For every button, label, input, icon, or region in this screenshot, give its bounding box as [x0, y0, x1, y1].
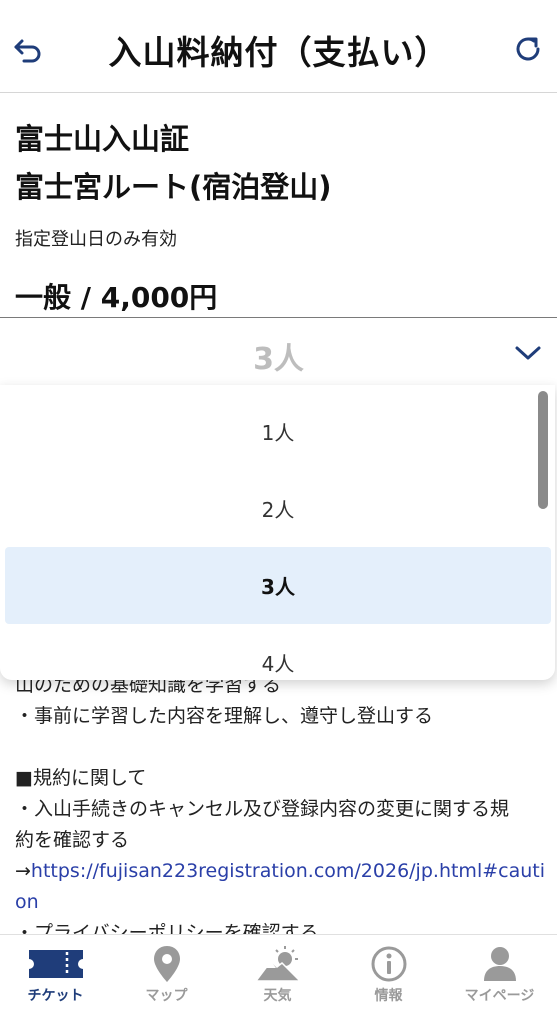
info-icon — [371, 946, 406, 982]
quantity-dropdown[interactable]: 1人 2人 3人 4人 — [0, 385, 555, 680]
quantity-option-2[interactable]: 2人 — [5, 470, 551, 547]
ticket-name-line2: 富士宮ルート(宿泊登山) — [15, 170, 332, 204]
quantity-option-1[interactable]: 1人 — [5, 393, 551, 470]
map-pin-icon — [153, 946, 180, 982]
terms-heading: ■規約に関して — [15, 767, 147, 789]
app-header: 入山料納付（支払い） — [0, 0, 557, 93]
validity-note: 指定登山日のみ有効 — [15, 229, 177, 250]
quantity-option-3[interactable]: 3人 — [5, 547, 551, 624]
tab-label: 情報 — [374, 988, 403, 1004]
ticket-name: 富士山入山証 富士宮ルート(宿泊登山) — [15, 115, 332, 211]
ticket-icon — [28, 950, 83, 978]
tab-info[interactable]: 情報 — [333, 935, 444, 1024]
back-button[interactable] — [10, 32, 46, 68]
terms-link-line-2: on — [15, 887, 545, 918]
quantity-option-4[interactable]: 4人 — [5, 624, 551, 680]
back-arrow-icon — [14, 39, 41, 63]
bottom-tab-bar: チケット マップ 天気 情報 マイページ — [0, 934, 557, 1024]
quantity-select-value: 3人 — [253, 342, 304, 377]
weather-mountain-icon — [254, 946, 301, 982]
page-title: 入山料納付（支払い） — [108, 33, 449, 72]
chevron-down-icon — [515, 346, 541, 360]
dropdown-scrollbar[interactable] — [538, 391, 548, 509]
tab-label: マップ — [145, 988, 188, 1004]
tab-label: 天気 — [263, 988, 292, 1004]
tab-map[interactable]: マップ — [111, 935, 222, 1024]
refresh-icon — [516, 37, 540, 61]
refresh-button[interactable] — [511, 32, 547, 68]
notice-text: 山のための基礎知識を学習する ・事前に学習した内容を理解し、遵守し登山する ■規… — [15, 670, 545, 949]
link-arrow: → — [15, 860, 31, 882]
terms-link[interactable]: https://fujisan223registration.com/2026/… — [31, 860, 545, 882]
person-icon — [483, 947, 516, 981]
tab-ticket[interactable]: チケット — [0, 935, 111, 1024]
tab-label: マイページ — [464, 988, 535, 1004]
notice-line-understand: ・事前に学習した内容を理解し、遵守し登山する — [15, 705, 434, 727]
ticket-price: 一般 / 4,000円 — [15, 281, 218, 314]
terms-link-line-1: →https://fujisan223registration.com/2026… — [15, 856, 545, 887]
tab-label: チケット — [27, 988, 84, 1004]
terms-line-1: ・入山手続きのキャンセル及び登録内容の変更に関する規 — [15, 798, 510, 820]
quantity-select[interactable]: 3人 — [0, 317, 557, 387]
terms-link-cont[interactable]: on — [15, 891, 39, 913]
ticket-name-line1: 富士山入山証 — [15, 122, 190, 156]
tab-mypage[interactable]: マイページ — [444, 935, 555, 1024]
tab-weather[interactable]: 天気 — [222, 935, 333, 1024]
terms-line-2: 約を確認する — [15, 829, 130, 851]
